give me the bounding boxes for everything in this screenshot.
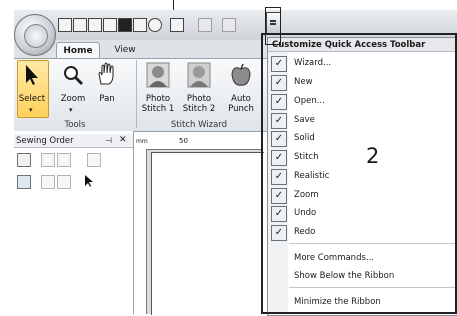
wizard-qat-icon[interactable] <box>58 18 72 32</box>
check-icon: ✓ <box>271 56 287 72</box>
reorder-2-icon[interactable] <box>57 175 71 189</box>
move-order-icon[interactable] <box>41 153 55 167</box>
menu-item-redo[interactable]: ✓ Redo <box>268 224 457 242</box>
zoom-magnifier-icon <box>64 66 84 86</box>
menu-item-zoom[interactable]: ✓ Zoom <box>268 187 457 205</box>
menu-item-label: New <box>294 77 313 87</box>
ruler-tick-label: 50 <box>179 137 188 145</box>
realistic-qat-icon[interactable] <box>148 18 162 32</box>
menu-item-label: Minimize the Ribbon <box>294 297 381 307</box>
menu-item-undo[interactable]: ✓ Undo <box>268 205 457 223</box>
save-qat-icon[interactable] <box>103 18 117 32</box>
order-mode-button[interactable] <box>17 175 31 189</box>
new-qat-icon[interactable] <box>73 18 87 32</box>
close-icon[interactable]: ✕ <box>119 135 127 145</box>
callout-box <box>265 7 281 45</box>
photo-stitch-2-label-line2[interactable]: Stitch 2 <box>179 104 219 114</box>
check-icon: ✓ <box>271 94 287 110</box>
vertical-ruler <box>134 149 147 314</box>
menu-separator <box>289 243 457 244</box>
menu-item-minimize-ribbon[interactable]: Minimize the Ribbon <box>268 294 457 312</box>
auto-punch-label-line2[interactable]: Punch <box>221 104 261 114</box>
menu-item-label: Show Below the Ribbon <box>294 271 395 281</box>
stitch-qat-icon[interactable] <box>133 18 147 32</box>
arrow-cursor-icon <box>26 65 38 85</box>
reorder-icon[interactable] <box>41 175 55 189</box>
tab-home[interactable]: Home <box>56 42 100 59</box>
check-icon: ✓ <box>271 188 287 204</box>
callout-line <box>173 0 174 10</box>
photo-stitch-2-icon <box>187 62 211 88</box>
pin-icon[interactable]: ⊣ <box>105 136 112 145</box>
menu-item-save[interactable]: ✓ Save <box>268 112 457 130</box>
zoom-button-label[interactable]: Zoom <box>58 94 88 104</box>
menu-title: Customize Quick Access Toolbar <box>268 38 457 52</box>
check-icon: ✓ <box>271 225 287 241</box>
check-icon: ✓ <box>271 131 287 147</box>
menu-item-solid[interactable]: ✓ Solid <box>268 130 457 148</box>
check-icon: ✓ <box>271 206 287 222</box>
zoom-qat-icon[interactable] <box>170 18 184 32</box>
menu-item-label: More Commands... <box>294 253 374 263</box>
menu-item-label: Zoom <box>294 190 319 200</box>
move-order-2-icon[interactable] <box>57 153 71 167</box>
sewing-order-panel <box>14 131 134 314</box>
menu-item-label: Stitch <box>294 152 319 162</box>
application-button[interactable] <box>14 14 56 56</box>
chevron-down-icon: ▾ <box>29 106 33 114</box>
menu-item-label: Undo <box>294 208 317 218</box>
ruler-unit: mm <box>136 138 148 145</box>
menu-item-label: Redo <box>294 227 316 237</box>
pan-hand-icon <box>98 62 114 85</box>
redo-qat-icon[interactable] <box>222 18 236 32</box>
menu-item-wizard[interactable]: ✓ Wizard... <box>268 55 457 73</box>
sewing-order-view-button[interactable] <box>17 153 31 167</box>
photo-stitch-2-label-line1[interactable]: Photo <box>179 94 219 104</box>
menu-item-label: Open... <box>294 96 325 106</box>
menu-item-new[interactable]: ✓ New <box>268 74 457 92</box>
auto-punch-apple-icon <box>231 63 251 86</box>
tools-group-label: Tools <box>64 120 86 130</box>
check-icon: ✓ <box>271 75 287 91</box>
menu-item-more-commands[interactable]: More Commands... <box>268 250 457 268</box>
menu-item-label: Save <box>294 115 315 125</box>
menu-item-open[interactable]: ✓ Open... <box>268 93 457 111</box>
menu-item-label: Wizard... <box>294 58 332 68</box>
check-icon: ✓ <box>271 113 287 129</box>
check-icon: ✓ <box>271 150 287 166</box>
photo-stitch-1-label-line2[interactable]: Stitch 1 <box>138 104 178 114</box>
tab-view[interactable]: View <box>108 42 142 58</box>
group-separator <box>136 60 137 128</box>
undo-qat-icon[interactable] <box>198 18 212 32</box>
select-button-label: Select <box>18 94 46 104</box>
sewing-order-title: Sewing Order <box>16 136 74 146</box>
open-qat-icon[interactable] <box>88 18 102 32</box>
arrow-cursor-icon[interactable] <box>83 174 95 188</box>
delete-icon[interactable] <box>87 153 101 167</box>
menu-item-stitch[interactable]: ✓ Stitch <box>268 149 457 167</box>
app-logo-icon <box>24 24 48 48</box>
horizontal-ruler <box>134 137 263 150</box>
photo-stitch-1-icon <box>146 62 170 88</box>
annotation-number: 2 <box>366 144 380 168</box>
menu-item-label: Solid <box>294 133 315 143</box>
chevron-down-icon: ▾ <box>69 106 73 114</box>
design-page[interactable] <box>151 152 264 315</box>
photo-stitch-1-label-line1[interactable]: Photo <box>138 94 178 104</box>
auto-punch-label-line1[interactable]: Auto <box>221 94 261 104</box>
menu-separator <box>289 287 457 288</box>
solid-qat-icon[interactable] <box>118 18 132 32</box>
stitch-wizard-group-label: Stitch Wizard <box>170 120 228 130</box>
menu-item-show-below-ribbon[interactable]: Show Below the Ribbon <box>268 268 457 286</box>
menu-item-label: Realistic <box>294 171 330 181</box>
menu-item-realistic[interactable]: ✓ Realistic <box>268 168 457 186</box>
pan-button-label[interactable]: Pan <box>92 94 122 104</box>
check-icon: ✓ <box>271 169 287 185</box>
